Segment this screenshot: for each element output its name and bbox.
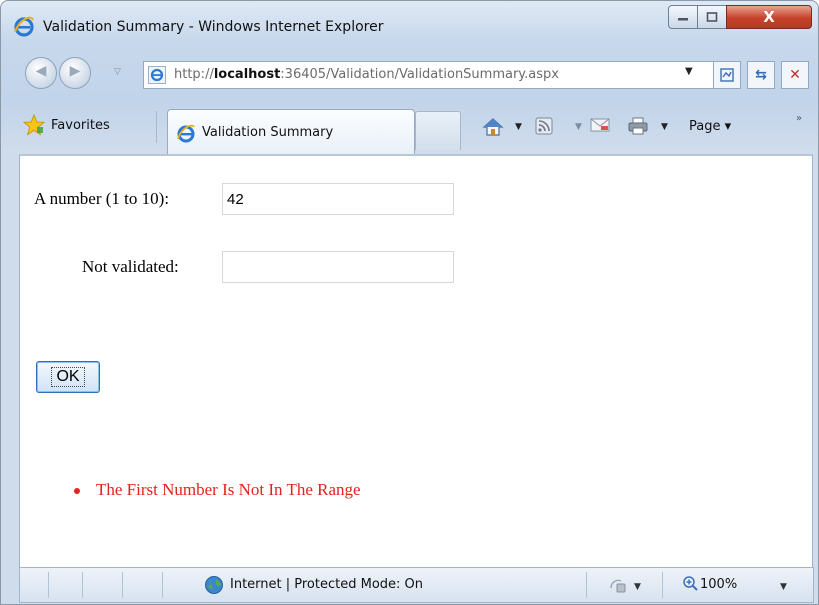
zoom-dropdown-icon[interactable]: ▼ [780, 582, 787, 592]
favorites-separator [156, 111, 157, 143]
browser-window: Validation Summary - Windows Internet Ex… [0, 0, 819, 605]
url-path: :36405/Validation/ValidationSummary.aspx [280, 67, 559, 82]
page-content: A number (1 to 10): Not validated: OK Th… [19, 154, 813, 568]
close-button[interactable]: X [726, 5, 812, 29]
back-arrow-icon: ◀ [35, 63, 47, 79]
address-row: ◀ ▶ ▽ http://localhost:36405/Validation/… [1, 49, 818, 99]
url-host: localhost [213, 67, 281, 82]
address-dropdown-icon[interactable]: ▼ [685, 66, 693, 77]
home-icon[interactable] [482, 117, 504, 137]
tab-label: Validation Summary [202, 125, 334, 140]
more-tools-chevron-icon[interactable]: » [796, 113, 802, 124]
home-dropdown-icon[interactable]: ▼ [515, 122, 522, 132]
new-tab-button[interactable] [415, 111, 461, 150]
refresh-icon: ⇆ [755, 67, 767, 83]
tab-validation-summary[interactable]: Validation Summary [167, 109, 415, 154]
url-scheme: http:// [174, 67, 214, 82]
forward-button[interactable]: ▶ [59, 57, 91, 89]
maximize-button[interactable] [697, 5, 727, 29]
favorites-button[interactable]: Favorites [23, 113, 110, 137]
page-menu[interactable]: Page ▾ [689, 119, 731, 134]
compatibility-view-button[interactable] [713, 61, 741, 89]
minimize-icon [678, 18, 688, 21]
address-url[interactable]: http://localhost:36405/Validation/Valida… [174, 67, 559, 82]
read-mail-icon[interactable] [590, 117, 610, 133]
number-label: A number (1 to 10): [34, 189, 170, 208]
ok-button-label: OK [51, 367, 85, 387]
tab-ie-icon [177, 124, 195, 143]
print-dropdown-icon[interactable]: ▼ [661, 122, 668, 132]
window-controls: X [668, 5, 812, 29]
number-input[interactable] [222, 183, 454, 215]
ie-logo-icon [14, 16, 34, 37]
protected-mode-icon[interactable] [608, 576, 628, 594]
favorites-label: Favorites [51, 117, 110, 133]
back-button[interactable]: ◀ [25, 57, 57, 89]
status-separator [662, 572, 663, 598]
security-zone-text[interactable]: Internet | Protected Mode: On [230, 577, 423, 592]
page-ie-icon [148, 66, 166, 84]
feeds-icon[interactable] [535, 117, 553, 135]
zoom-level[interactable]: 100% [700, 577, 737, 592]
not-validated-input[interactable] [222, 251, 454, 283]
forward-arrow-icon: ▶ [69, 63, 81, 79]
command-bar: Favorites Validation Summary ▼ ▼ ▼ Page … [1, 103, 818, 154]
maximize-icon [706, 12, 718, 22]
window-title: Validation Summary - Windows Internet Ex… [43, 19, 384, 35]
history-dropdown-icon[interactable]: ▽ [114, 67, 121, 77]
title-bar: Validation Summary - Windows Internet Ex… [1, 1, 818, 45]
close-icon: X [763, 8, 775, 26]
status-separator [122, 572, 123, 598]
status-bar: Internet | Protected Mode: On ▼ 100% ▼ [19, 567, 814, 603]
favorites-star-icon [23, 114, 45, 136]
validation-summary-item: The First Number Is Not In The Range [74, 480, 361, 500]
refresh-button[interactable]: ⇆ [747, 61, 775, 89]
internet-zone-globe-icon [205, 576, 223, 594]
stop-icon: ✕ [789, 67, 801, 83]
status-separator [162, 572, 163, 598]
bullet-icon [74, 488, 80, 495]
not-validated-label: Not validated: [82, 257, 179, 276]
zoom-icon[interactable] [682, 575, 698, 591]
address-bar[interactable]: http://localhost:36405/Validation/Valida… [143, 61, 715, 89]
protected-mode-dropdown-icon[interactable]: ▼ [634, 582, 641, 592]
ok-button[interactable]: OK [36, 361, 100, 393]
stop-button[interactable]: ✕ [781, 61, 809, 89]
feeds-dropdown-icon[interactable]: ▼ [575, 122, 582, 132]
status-separator [48, 572, 49, 598]
validation-error-text: The First Number Is Not In The Range [96, 480, 361, 499]
print-icon[interactable] [628, 117, 648, 135]
status-separator [586, 572, 587, 598]
compatibility-icon [720, 68, 734, 82]
minimize-button[interactable] [668, 5, 698, 29]
status-separator [82, 572, 83, 598]
